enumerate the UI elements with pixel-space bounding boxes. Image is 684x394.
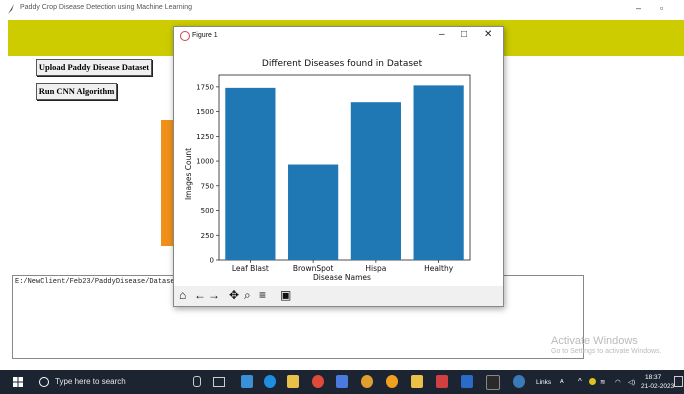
chrome-icon-2[interactable] — [386, 375, 398, 388]
output-path-text: E:/NewClient/Feb23/PaddyDisease/Dataset — [15, 278, 179, 286]
figure-window[interactable]: Figure 1 – □ ✕ Different Diseases found … — [173, 26, 504, 307]
clock-time[interactable]: 18:37 — [645, 374, 661, 381]
y-tick-label: 250 — [201, 232, 214, 240]
back-arrow-icon[interactable]: ← — [194, 288, 206, 302]
figure-title: Figure 1 — [192, 32, 218, 39]
y-tick-label: 1250 — [196, 133, 214, 141]
y-tick-label: 0 — [210, 257, 214, 265]
pan-icon[interactable]: ✥ — [229, 288, 239, 302]
zoom-icon[interactable]: ⌕ — [244, 288, 251, 303]
y-tick-label: 1000 — [196, 158, 214, 166]
folder-icon[interactable] — [411, 375, 423, 388]
maximize-button[interactable]: ▫ — [660, 3, 663, 13]
tray-chevron-icon[interactable]: ^ — [578, 377, 582, 386]
bar — [225, 87, 276, 260]
search-icon[interactable] — [39, 377, 49, 387]
file-explorer-icon[interactable] — [287, 375, 299, 388]
chrome-icon[interactable] — [361, 375, 373, 388]
x-tick-label: BrownSpot — [293, 264, 334, 273]
app-icon-red[interactable] — [312, 375, 324, 388]
app-icon-1[interactable] — [241, 375, 253, 388]
activate-windows-subtitle: Go to Settings to activate Windows. — [551, 348, 662, 355]
y-tick-label: 1500 — [196, 108, 214, 116]
window-title: Paddy Crop Disease Detection using Machi… — [20, 4, 192, 11]
y-axis-label: Images Count — [184, 148, 193, 200]
bar — [288, 164, 339, 260]
wifi-icon[interactable]: ◠ — [615, 378, 621, 386]
main-titlebar: Paddy Crop Disease Detection using Machi… — [0, 0, 684, 20]
x-tick-label: Healthy — [424, 264, 454, 273]
people-icon[interactable]: ᴬ — [560, 378, 564, 387]
y-tick-label: 1750 — [196, 83, 214, 91]
upload-dataset-button[interactable]: Upload Paddy Disease Dataset — [36, 59, 152, 76]
y-tick-label: 750 — [201, 182, 214, 190]
volume-icon[interactable]: ◁) — [628, 378, 635, 386]
network-icon[interactable]: ≋ — [600, 378, 605, 386]
taskbar-search-input[interactable]: Type here to search — [55, 377, 126, 386]
save-icon[interactable]: ▣ — [280, 288, 291, 302]
figure-minimize-button[interactable]: – — [439, 29, 445, 40]
app-icon-blue[interactable] — [336, 375, 348, 388]
chart-title: Different Diseases found in Dataset — [262, 59, 423, 69]
x-tick-label: Leaf Blast — [232, 264, 269, 273]
run-cnn-button[interactable]: Run CNN Algorithm — [36, 83, 117, 100]
taskbar: Type here to search Links ᴬ ^ ≋ ◠ ◁) 18:… — [0, 370, 684, 394]
home-icon[interactable]: ⌂ — [179, 288, 186, 302]
windows-start-icon[interactable] — [13, 377, 23, 387]
tray-app-icon[interactable] — [589, 378, 596, 385]
bar-chart: Different Diseases found in Dataset 0 250… — [184, 59, 471, 282]
feather-app-icon — [8, 4, 14, 14]
forward-arrow-icon[interactable]: → — [208, 288, 220, 302]
figure-titlebar[interactable]: Figure 1 – □ ✕ — [174, 27, 503, 44]
activate-windows-title: Activate Windows — [551, 335, 638, 347]
matplotlib-icon — [180, 31, 190, 41]
python-icon[interactable] — [513, 375, 525, 388]
minimize-button[interactable]: – — [636, 3, 641, 13]
links-toolbar[interactable]: Links — [536, 379, 551, 386]
clock-date[interactable]: 21-02-2023 — [641, 383, 674, 390]
figure-close-button[interactable]: ✕ — [484, 29, 492, 40]
notifications-icon[interactable] — [674, 376, 683, 387]
word-icon[interactable] — [461, 375, 473, 388]
task-view-icon[interactable] — [213, 377, 225, 387]
terminal-icon[interactable] — [486, 375, 500, 390]
bar — [350, 102, 401, 260]
bar — [413, 85, 464, 260]
figure-toolbar: ⌂ ← → ✥ ⌕ ≡ ▣ — [174, 286, 503, 306]
app-icon-rose[interactable] — [436, 375, 448, 388]
x-tick-label: Hispa — [365, 264, 386, 273]
y-tick-label: 500 — [201, 207, 214, 215]
x-axis-label: Disease Names — [313, 273, 371, 282]
microphone-icon[interactable] — [193, 376, 201, 387]
axes: 0 250 500 750 1000 1250 1500 1750 Leaf Blast Brow… — [196, 74, 471, 273]
configure-subplots-icon[interactable]: ≡ — [259, 288, 266, 302]
edge-icon[interactable] — [264, 375, 276, 388]
figure-maximize-button[interactable]: □ — [461, 29, 467, 40]
